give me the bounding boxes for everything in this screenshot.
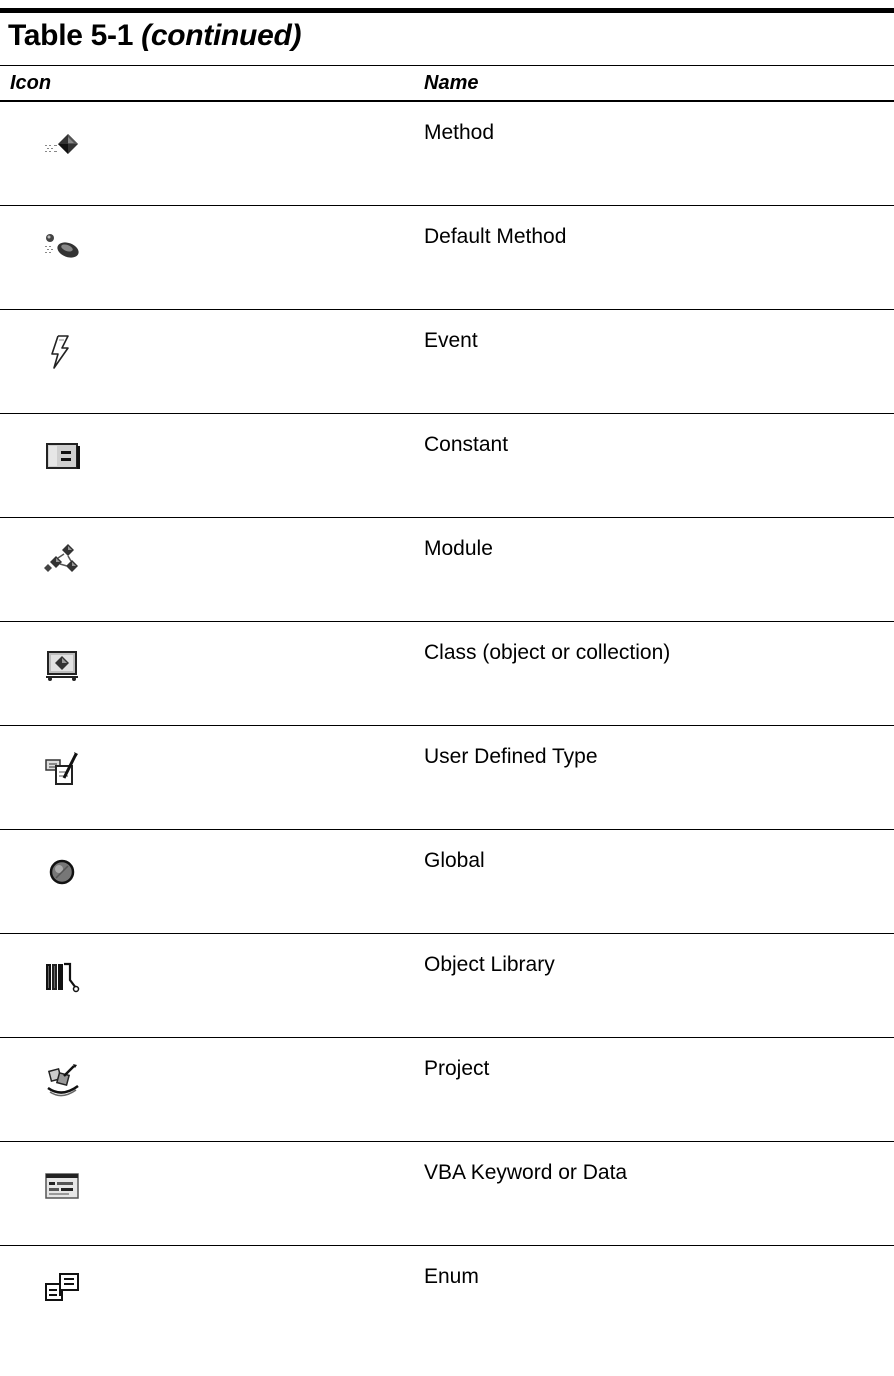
- row-name: Event: [424, 329, 478, 352]
- table-row: Project: [0, 1038, 894, 1142]
- event-icon: [44, 334, 84, 374]
- table-row: VBA Keyword or Data: [0, 1142, 894, 1246]
- table-row: Default Method: [0, 206, 894, 310]
- table-row: Object Library: [0, 934, 894, 1038]
- table-row: Constant: [0, 414, 894, 518]
- row-name: VBA Keyword or Data: [424, 1161, 628, 1184]
- table-row: Event: [0, 310, 894, 414]
- enum-icon: [44, 1270, 84, 1310]
- module-icon: [44, 542, 84, 582]
- top-rule: [0, 8, 894, 13]
- table-row: Enum: [0, 1246, 894, 1350]
- table-row: Global: [0, 830, 894, 934]
- row-name: Object Library: [424, 953, 555, 976]
- table-row: User Defined Type: [0, 726, 894, 830]
- table-label: Table 5-1: [8, 19, 134, 52]
- project-icon: [44, 1062, 84, 1102]
- row-name: Method: [424, 121, 495, 144]
- row-name: Constant: [424, 433, 509, 456]
- table-body: Method Default Method Event Constant Mod…: [0, 102, 894, 1350]
- table-label-suffix: (continued): [141, 19, 302, 52]
- global-icon: [44, 854, 84, 894]
- row-name: Project: [424, 1057, 490, 1080]
- column-header-icon: Icon: [10, 72, 52, 94]
- table-row: Module: [0, 518, 894, 622]
- table-row: Class (object or collection): [0, 622, 894, 726]
- row-name: User Defined Type: [424, 745, 598, 768]
- row-name: Class (object or collection): [424, 641, 671, 664]
- class-icon: [44, 646, 84, 686]
- header-rule: [0, 65, 894, 66]
- constant-icon: [44, 438, 84, 478]
- column-header-name: Name: [424, 72, 479, 94]
- row-name: Enum: [424, 1265, 479, 1288]
- object-library-icon: [44, 958, 84, 998]
- row-name: Global: [424, 849, 485, 872]
- table-row: Method: [0, 102, 894, 206]
- vba-keyword-icon: [44, 1166, 84, 1206]
- user-defined-type-icon: [44, 750, 84, 790]
- table-title: Table 5-1 (continued): [8, 17, 301, 55]
- row-name: Module: [424, 537, 493, 560]
- row-name: Default Method: [424, 225, 567, 248]
- method-icon: [44, 126, 84, 166]
- default-method-icon: [44, 230, 84, 270]
